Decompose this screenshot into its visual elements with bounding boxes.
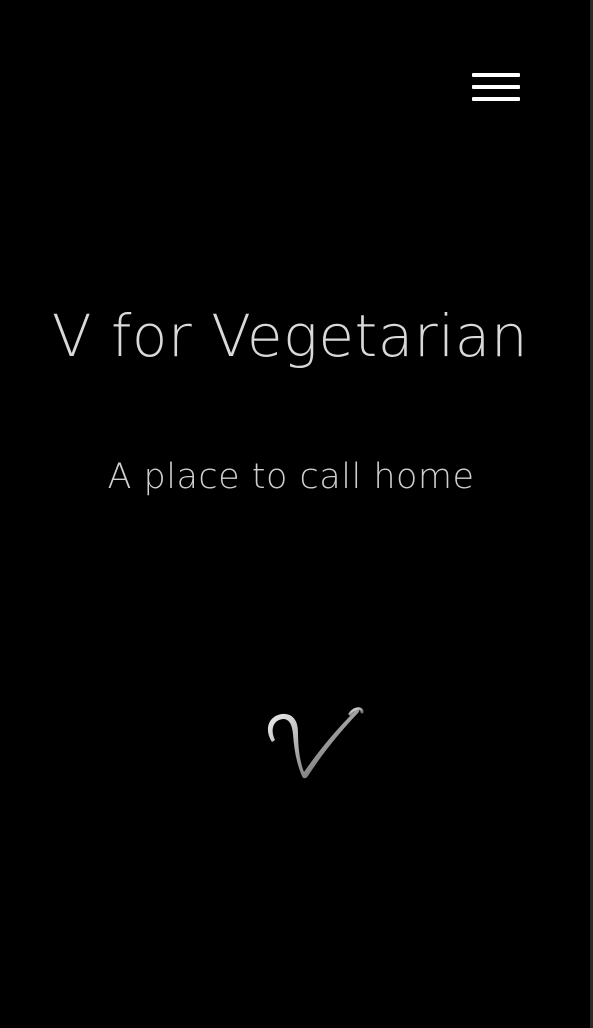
page: V for Vegetarian A place to call home: [0, 0, 593, 1028]
v-monogram-logo-icon: [258, 690, 368, 790]
menu-line-middle: [472, 85, 520, 89]
hero-title: V for Vegetarian: [51, 302, 529, 370]
menu-line-top: [472, 73, 520, 77]
menu-button[interactable]: [470, 70, 522, 108]
menu-line-bottom: [472, 97, 520, 101]
hero-subtitle: A place to call home: [107, 457, 475, 497]
